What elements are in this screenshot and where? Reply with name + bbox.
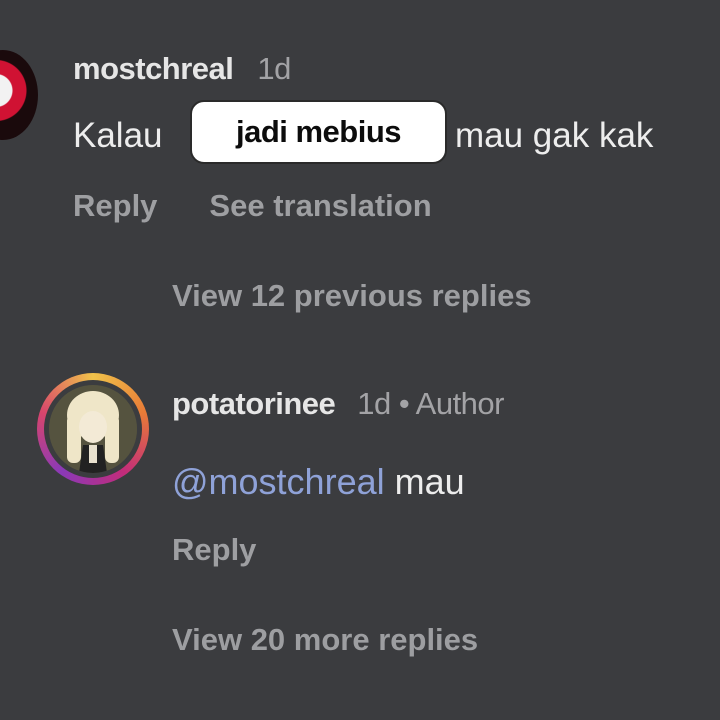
reply-username[interactable]: potatorinee bbox=[172, 386, 336, 421]
comment-timestamp: 1d bbox=[257, 51, 291, 86]
comments-screen: mostchreal 1d Kalau jadi mebius mau gak k… bbox=[0, 0, 720, 720]
comment-actions: Reply See translation bbox=[73, 188, 432, 224]
reply-body: mau bbox=[394, 461, 465, 502]
mention-link[interactable]: @mostchreal bbox=[172, 461, 385, 502]
reply-button[interactable]: Reply bbox=[172, 532, 256, 568]
view-previous-replies-button[interactable]: View 12 previous replies bbox=[172, 278, 532, 314]
reply-meta: 1d • Author bbox=[357, 386, 504, 421]
user-avatar-mostchreal[interactable] bbox=[0, 50, 38, 140]
comment-text-start: Kalau bbox=[73, 116, 163, 155]
text-sticker-overlay: jadi mebius bbox=[190, 100, 447, 164]
comment-text-end: mau gak kak bbox=[455, 116, 654, 155]
user-avatar-potatorinee[interactable] bbox=[49, 385, 137, 473]
comment-username[interactable]: mostchreal bbox=[73, 51, 234, 86]
see-translation-button[interactable]: See translation bbox=[209, 188, 431, 223]
comment-header: mostchreal 1d bbox=[73, 51, 291, 87]
reply-text: @mostchreal mau bbox=[172, 461, 465, 503]
reply-button[interactable]: Reply bbox=[73, 188, 157, 223]
view-more-replies-button[interactable]: View 20 more replies bbox=[172, 622, 478, 658]
reply-header: potatorinee 1d • Author bbox=[172, 386, 504, 422]
